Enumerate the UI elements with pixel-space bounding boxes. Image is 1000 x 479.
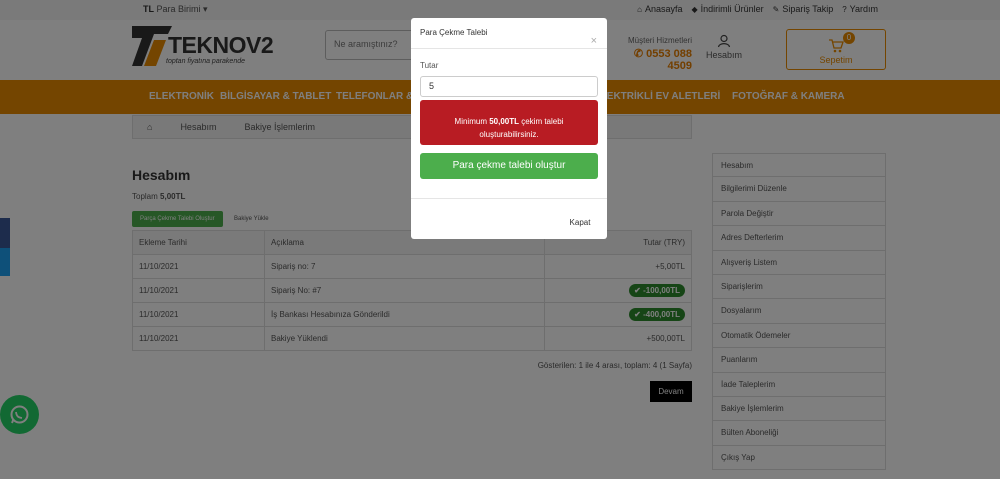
submit-withdraw-button[interactable]: Para çekme talebi oluştur <box>420 153 598 179</box>
amount-label: Tutar <box>420 61 439 70</box>
withdraw-modal: Para Çekme Talebi × Tutar 5 Minimum 50,0… <box>411 18 607 239</box>
alert-amount: 50,00TL <box>489 117 519 126</box>
amount-input[interactable]: 5 <box>420 76 598 97</box>
modal-divider <box>411 48 607 49</box>
alert-prefix: Minimum <box>454 117 490 126</box>
close-icon[interactable]: × <box>591 36 597 47</box>
modal-footer-divider <box>411 198 607 199</box>
minimum-amount-alert: Minimum 50,00TL çekim talebi oluşturabil… <box>420 100 598 145</box>
modal-title: Para Çekme Talebi <box>420 28 488 37</box>
close-button[interactable]: Kapat <box>561 214 599 232</box>
